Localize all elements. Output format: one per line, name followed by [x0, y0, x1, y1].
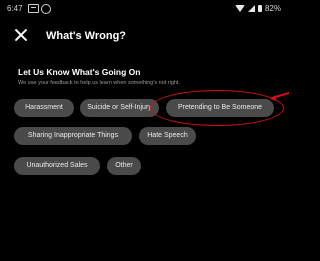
option-unauthorized-sales[interactable]: Unauthorized Sales	[14, 157, 100, 175]
arrow-annotation-icon	[270, 92, 289, 101]
option-hate-speech[interactable]: Hate Speech	[139, 127, 196, 145]
close-icon[interactable]	[14, 28, 28, 42]
option-suicide-or-self-injury[interactable]: Suicide or Self-Injury	[80, 99, 159, 117]
section-title: Let Us Know What's Going On	[18, 67, 141, 77]
option-other[interactable]: Other	[107, 157, 141, 175]
battery-icon	[257, 5, 262, 12]
option-sharing-inappropriate-things[interactable]: Sharing Inappropriate Things	[14, 127, 132, 145]
header: What's Wrong?	[0, 18, 289, 54]
page-title: What's Wrong?	[46, 30, 127, 42]
message-notification-icon	[28, 4, 39, 13]
option-harassment[interactable]: Harassment	[14, 99, 74, 117]
battery-percent: 82%	[264, 4, 281, 13]
app-notification-icon	[41, 4, 51, 14]
option-pretending-to-be-someone[interactable]: Pretending to Be Someone	[166, 99, 274, 117]
status-bar: 6:47 82%	[0, 0, 289, 18]
status-time: 6:47	[7, 4, 23, 13]
wifi-icon	[234, 5, 245, 12]
section-subtitle: We use your feedback to help us learn wh…	[18, 80, 181, 86]
status-right: 82%	[234, 4, 281, 13]
signal-icon	[247, 5, 255, 12]
